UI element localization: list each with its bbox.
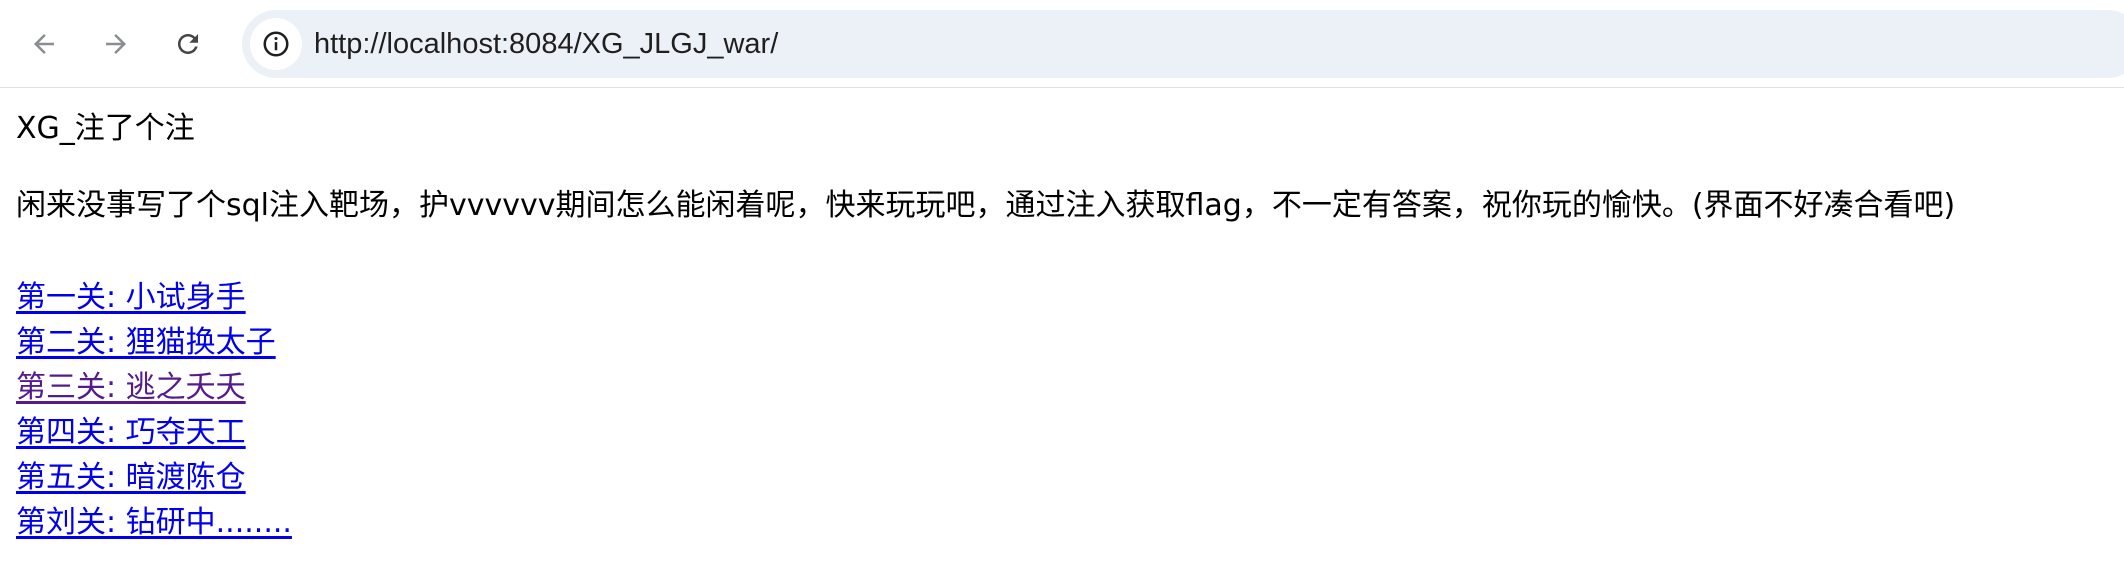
browser-toolbar: http://localhost:8084/XG_JLGJ_war/ (0, 0, 2124, 88)
info-icon (263, 31, 289, 57)
site-info-button[interactable] (250, 18, 302, 70)
level-2-link[interactable]: 第二关: 狸猫换太子 (16, 325, 276, 360)
reload-icon (178, 34, 198, 54)
level-4-link[interactable]: 第四关: 巧夺天工 (16, 415, 246, 450)
arrow-left-icon (34, 34, 54, 54)
url-text[interactable]: http://localhost:8084/XG_JLGJ_war/ (314, 10, 778, 78)
list-item: 第三关: 逃之夭夭 (16, 365, 292, 410)
arrow-right-icon (106, 34, 126, 54)
list-item: 第一关: 小试身手 (16, 275, 292, 320)
level-6-link[interactable]: 第刘关: 钻研中........ (16, 505, 292, 540)
list-item: 第刘关: 钻研中........ (16, 500, 292, 545)
level-3-link[interactable]: 第三关: 逃之夭夭 (16, 370, 246, 405)
address-bar[interactable]: http://localhost:8084/XG_JLGJ_war/ (242, 10, 2124, 78)
intro-text: 闲来没事写了个sql注入靶场，护vvvvvv期间怎么能闲着呢，快来玩玩吧，通过注… (16, 188, 1956, 223)
level-list: 第一关: 小试身手 第二关: 狸猫换太子 第三关: 逃之夭夭 第四关: 巧夺天工… (16, 275, 292, 545)
page-title: XG_注了个注 (16, 111, 195, 146)
reload-button[interactable] (162, 18, 214, 70)
back-button[interactable] (18, 18, 70, 70)
forward-button[interactable] (90, 18, 142, 70)
level-5-link[interactable]: 第五关: 暗渡陈仓 (16, 460, 246, 495)
list-item: 第二关: 狸猫换太子 (16, 320, 292, 365)
level-1-link[interactable]: 第一关: 小试身手 (16, 280, 246, 315)
list-item: 第五关: 暗渡陈仓 (16, 455, 292, 500)
list-item: 第四关: 巧夺天工 (16, 410, 292, 455)
